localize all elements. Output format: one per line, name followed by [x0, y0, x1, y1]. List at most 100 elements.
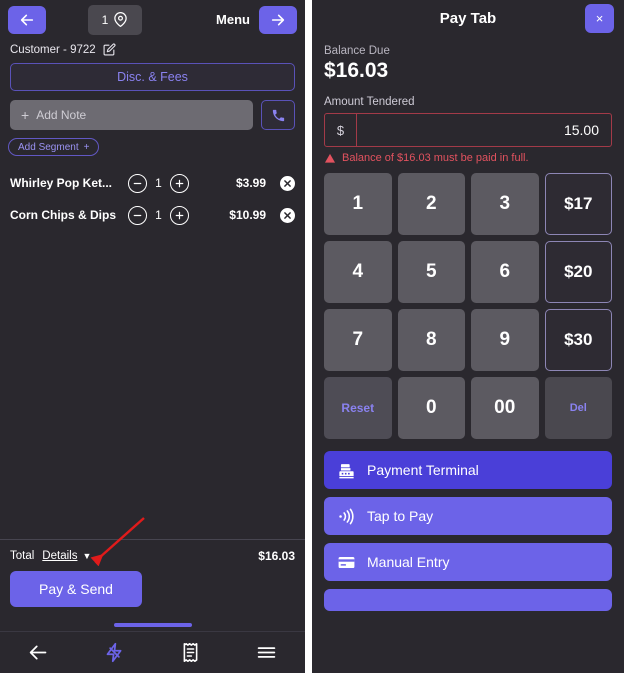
quick-amount-30-button[interactable]: $30 [544, 309, 612, 371]
order-items-list: Whirley Pop Ket... 1 $3.99 Corn Chips & … [0, 167, 305, 231]
amount-tendered-input[interactable]: 15.00 [357, 114, 611, 146]
table-row[interactable]: Whirley Pop Ket... 1 $3.99 [0, 167, 305, 199]
quantity-stepper: 1 [128, 173, 189, 193]
chevron-down-icon[interactable]: ▼ [82, 551, 91, 561]
order-spacer [0, 231, 305, 539]
payment-terminal-label: Payment Terminal [367, 462, 479, 478]
details-link[interactable]: Details [42, 550, 77, 562]
pay-and-send-button[interactable]: Pay & Send [10, 571, 142, 607]
item-price: $3.99 [235, 176, 266, 190]
table-count: 1 [101, 12, 109, 27]
amount-tendered-field[interactable]: $ 15.00 [324, 113, 612, 147]
validation-error-text: Balance of $16.03 must be paid in full. [342, 152, 529, 164]
payment-methods-list: Payment Terminal Tap to Pay Manual Entry [324, 451, 612, 611]
nav-back-icon[interactable] [28, 642, 49, 663]
nav-hamburger-menu-icon[interactable] [256, 642, 277, 663]
payment-terminal-button[interactable]: Payment Terminal [324, 451, 612, 489]
quick-amount-17-button[interactable]: $17 [544, 173, 612, 235]
item-name: Whirley Pop Ket... [10, 176, 113, 190]
currency-prefix: $ [325, 114, 357, 146]
key-5[interactable]: 5 [397, 241, 465, 303]
key-7[interactable]: 7 [324, 309, 392, 371]
minus-circle-icon [133, 214, 142, 216]
warning-triangle-icon [324, 153, 336, 163]
disc-and-fees-button[interactable]: Disc. & Fees [10, 63, 295, 91]
key-00[interactable]: 00 [471, 377, 539, 439]
note-row: + Add Note [10, 100, 295, 130]
order-panel: 1 Menu Customer - 9722 Disc. & Fees + Ad… [0, 0, 305, 673]
add-segment-plus-icon: + [83, 141, 90, 153]
plus-circle-icon [175, 211, 184, 219]
nav-receipt-icon[interactable] [180, 642, 201, 663]
key-1[interactable]: 1 [324, 173, 392, 235]
topbar-right-group: Menu [216, 5, 297, 34]
close-icon: × [595, 11, 604, 26]
cash-register-icon [339, 463, 354, 478]
plus-icon: + [21, 107, 30, 123]
additional-payment-method-button[interactable] [324, 589, 612, 611]
edit-pencil-icon[interactable] [103, 43, 116, 56]
key-9[interactable]: 9 [471, 309, 539, 371]
nav-lightning-bolt-icon[interactable] [104, 642, 125, 663]
contactless-pay-icon [339, 508, 354, 524]
home-indicator [113, 623, 192, 627]
forward-button[interactable] [259, 5, 297, 34]
remove-item-button[interactable] [280, 175, 295, 191]
decrease-quantity-button[interactable] [128, 173, 147, 193]
customer-row[interactable]: Customer - 9722 [0, 36, 305, 60]
close-button[interactable]: × [585, 4, 614, 33]
key-3[interactable]: 3 [471, 173, 539, 235]
increase-quantity-button[interactable] [170, 173, 189, 193]
close-circle-icon [284, 211, 291, 219]
balance-due-label: Balance Due [324, 45, 390, 57]
tap-to-pay-button[interactable]: Tap to Pay [324, 497, 612, 535]
numeric-keypad: 1 2 3 $17 4 5 6 $20 7 8 9 $30 Reset 0 00… [324, 173, 612, 439]
total-amount: $16.03 [258, 549, 295, 563]
decrease-quantity-button[interactable] [128, 205, 147, 225]
key-0[interactable]: 0 [397, 377, 465, 439]
key-8[interactable]: 8 [397, 309, 465, 371]
add-note-input[interactable]: + Add Note [10, 100, 253, 130]
balance-due-amount: $16.03 [324, 59, 389, 82]
amount-tendered-label: Amount Tendered [324, 96, 415, 108]
remove-item-button[interactable] [280, 207, 295, 223]
tap-to-pay-label: Tap to Pay [367, 508, 434, 524]
key-6[interactable]: 6 [471, 241, 539, 303]
call-customer-button[interactable] [261, 100, 295, 130]
menu-label[interactable]: Menu [216, 12, 250, 27]
total-label: Total [10, 550, 35, 562]
table-indicator[interactable]: 1 [88, 4, 142, 35]
increase-quantity-button[interactable] [170, 205, 189, 225]
back-button[interactable] [8, 5, 46, 34]
page-title: Pay Tab [439, 10, 497, 27]
phone-icon [272, 109, 284, 121]
app-screen: 1 Menu Customer - 9722 Disc. & Fees + Ad… [0, 0, 624, 673]
delete-button[interactable]: Del [544, 377, 612, 439]
item-quantity: 1 [155, 208, 162, 222]
reset-button[interactable]: Reset [324, 377, 392, 439]
panel-separator [305, 0, 312, 673]
plus-circle-icon [175, 179, 184, 187]
table-row[interactable]: Corn Chips & Dips 1 $10.99 [0, 199, 305, 231]
order-topbar: 1 Menu [0, 0, 305, 36]
pay-tab-panel: Pay Tab × Balance Due $16.03 Amount Tend… [312, 0, 624, 673]
manual-entry-button[interactable]: Manual Entry [324, 543, 612, 581]
add-segment-button[interactable]: Add Segment + [8, 138, 100, 156]
pay-and-send-label: Pay & Send [39, 581, 113, 597]
add-segment-label: Add Segment [18, 141, 79, 153]
customer-name: Customer - 9722 [10, 43, 96, 56]
disc-and-fees-label: Disc. & Fees [117, 70, 188, 84]
key-2[interactable]: 2 [397, 173, 465, 235]
totals-row: Total Details ▼ $16.03 [0, 540, 305, 569]
key-4[interactable]: 4 [324, 241, 392, 303]
quick-amount-20-button[interactable]: $20 [544, 241, 612, 303]
bottom-navigation-bar [0, 631, 305, 673]
add-note-placeholder: Add Note [36, 108, 87, 122]
item-quantity: 1 [155, 176, 162, 190]
manual-entry-label: Manual Entry [367, 554, 450, 570]
item-name: Corn Chips & Dips [10, 208, 117, 222]
minus-circle-icon [133, 182, 142, 184]
close-circle-icon [284, 179, 291, 187]
pay-tab-header: Pay Tab × [312, 0, 624, 37]
item-price: $10.99 [229, 208, 266, 222]
